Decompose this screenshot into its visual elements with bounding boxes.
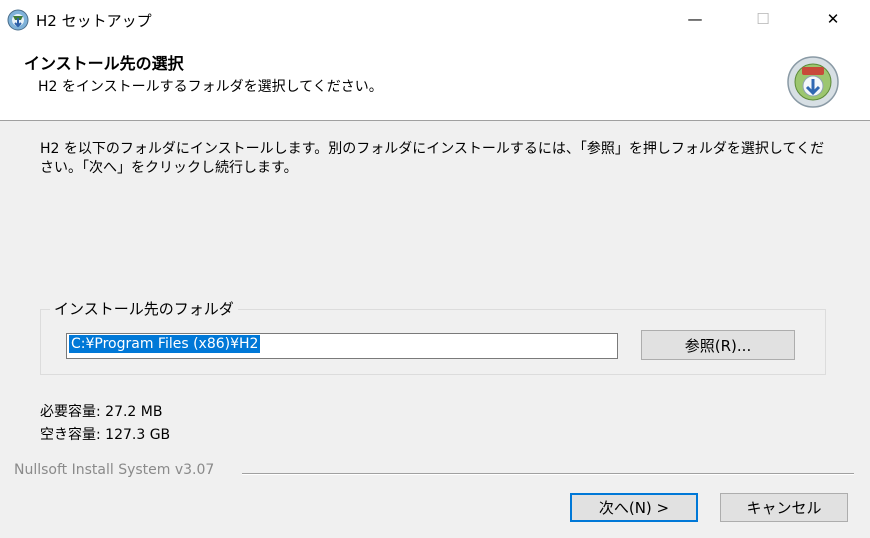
branding-text: Nullsoft Install System v3.07 (14, 462, 215, 478)
instructions-text: H2 を以下のフォルダにインストールします。別のフォルダにインストールするには、… (40, 141, 825, 176)
browse-button[interactable]: 参照(R)... (641, 330, 795, 360)
page-title: インストール先の選択 (24, 54, 184, 73)
cancel-button[interactable]: キャンセル (720, 493, 848, 522)
footer-divider (242, 473, 854, 475)
setup-app-icon (7, 9, 29, 31)
destination-path-input[interactable]: C:¥Program Files (x86)¥H2 (66, 333, 618, 359)
destination-folder-label: インストール先のフォルダ (50, 298, 238, 319)
destination-path-selection: C:¥Program Files (x86)¥H2 (69, 335, 261, 353)
installer-disk-icon (787, 56, 839, 108)
page-subtitle: H2 をインストールするフォルダを選択してください。 (38, 79, 383, 95)
maximize-button[interactable]: ☐ (740, 0, 786, 38)
minimize-button[interactable]: — (672, 0, 718, 38)
page-header: インストール先の選択 H2 をインストールするフォルダを選択してください。 (0, 38, 870, 121)
close-button[interactable]: ✕ (810, 0, 856, 38)
space-available-text: 空き容量: 127.3 GB (40, 427, 171, 443)
next-button[interactable]: 次へ(N) > (570, 493, 698, 522)
window-title: H2 セットアップ (36, 12, 152, 30)
space-required-text: 必要容量: 27.2 MB (40, 404, 163, 420)
title-bar: H2 セットアップ — ☐ ✕ (0, 0, 870, 38)
